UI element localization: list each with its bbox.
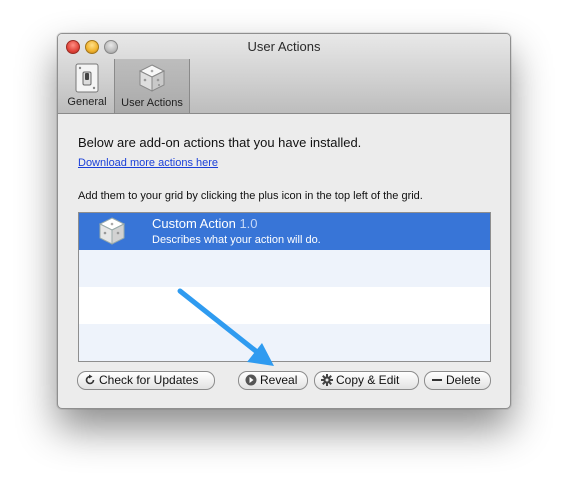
list-row-empty: [79, 324, 490, 361]
delete-label: Delete: [446, 373, 481, 387]
intro-text: Below are add-on actions that you have i…: [78, 135, 362, 150]
check-for-updates-label: Check for Updates: [99, 373, 199, 387]
copy-edit-button[interactable]: Copy & Edit: [314, 371, 419, 390]
download-actions-link[interactable]: Download more actions here: [78, 157, 218, 169]
tab-user-actions-label: User Actions: [121, 97, 183, 109]
instructions-text: Add them to your grid by clicking the pl…: [78, 190, 423, 202]
cube-icon: [138, 64, 166, 92]
tab-user-actions[interactable]: User Actions: [114, 59, 190, 113]
action-name-text: Custom Action: [152, 216, 236, 231]
action-description: Describes what your action will do.: [152, 234, 321, 246]
list-row-empty: [79, 287, 490, 324]
delete-button[interactable]: Delete: [424, 371, 491, 390]
reveal-label: Reveal: [260, 373, 298, 387]
toolbar: User Actions General User Actions: [58, 34, 510, 114]
gear-icon: [321, 374, 333, 386]
minus-icon: [432, 379, 442, 381]
window-title: User Actions: [247, 39, 321, 54]
actions-list[interactable]: Custom Action 1.0 Describes what your ac…: [78, 212, 491, 362]
check-for-updates-button[interactable]: Check for Updates: [77, 371, 215, 390]
switch-icon: [75, 63, 99, 93]
list-row-empty: [79, 250, 490, 287]
action-name: Custom Action 1.0: [152, 216, 258, 231]
cube-icon: [98, 217, 126, 245]
action-version: 1.0: [239, 216, 258, 231]
refresh-icon: [85, 374, 95, 385]
reveal-button[interactable]: Reveal: [238, 371, 308, 390]
copy-edit-label: Copy & Edit: [336, 373, 400, 387]
tab-general-label: General: [67, 96, 107, 108]
tab-general[interactable]: General: [64, 59, 110, 112]
preferences-window: User Actions General User Actions Below …: [57, 33, 511, 409]
list-item[interactable]: Custom Action 1.0 Describes what your ac…: [79, 213, 490, 250]
arrow-circle-icon: [245, 374, 257, 386]
